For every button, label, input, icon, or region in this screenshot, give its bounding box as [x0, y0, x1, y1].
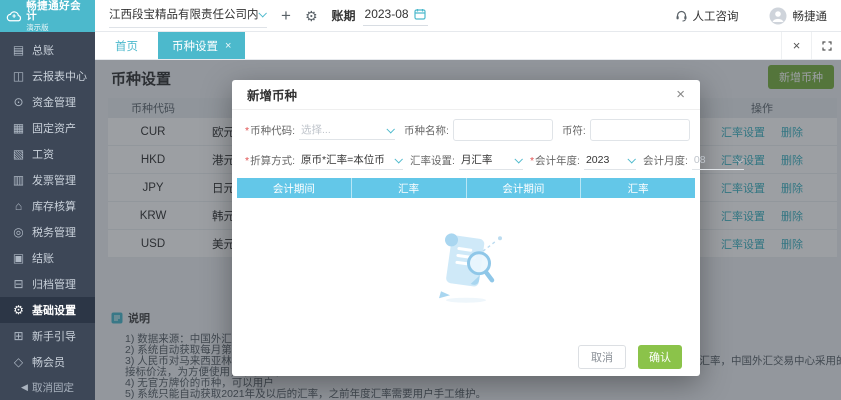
logo-title: 畅捷通好会计 — [26, 0, 82, 23]
inventory-icon: ⌂ — [14, 199, 23, 213]
sidebar-item-tax[interactable]: ◎ 税务管理 — [0, 219, 95, 245]
username: 畅捷通 — [792, 10, 828, 23]
fullscreen-button[interactable] — [811, 32, 841, 59]
topbar: 畅捷通好会计 演示版 江西段宝精品有限责任公司内账张 + ⚙ 账期 2023-0… — [0, 0, 841, 32]
settings-gear-icon[interactable]: ⚙ — [305, 9, 318, 23]
period-picker[interactable]: 2023-08 — [362, 5, 428, 26]
period-label: 账期 — [331, 9, 356, 23]
currency-symbol-input[interactable] — [589, 119, 690, 141]
currency-symbol-label: 币符: — [561, 124, 586, 137]
currency-name-label: 币种名称: — [404, 124, 449, 137]
currency-name-input[interactable] — [452, 119, 553, 141]
sidebar-item-funds[interactable]: ⊙ 资金管理 — [0, 89, 95, 115]
archive-icon: ⊟ — [13, 277, 24, 291]
membership-icon: ◇ — [13, 355, 24, 369]
chevron-down-icon — [627, 154, 636, 164]
chevron-down-icon — [735, 154, 744, 164]
sidebar-item-closing[interactable]: ▣ 结账 — [0, 245, 95, 271]
chevron-down-icon — [386, 124, 395, 134]
chevron-down-icon — [514, 154, 523, 164]
settings-icon: ⚙ — [13, 303, 24, 317]
sidebar-item-payroll[interactable]: ▧ 工资 — [0, 141, 95, 167]
currency-code-label: 币种代码: — [250, 124, 296, 137]
invoice-icon: ▥ — [12, 173, 25, 187]
modal-title: 新增币种 — [247, 89, 298, 103]
confirm-button[interactable]: 确认 — [638, 345, 682, 369]
rate-setting-select[interactable]: 月汇率 — [458, 150, 523, 170]
app-window: 畅捷通好会计 演示版 江西段宝精品有限责任公司内账张 + ⚙ 账期 2023-0… — [0, 0, 841, 400]
sidebar-item-inventory[interactable]: ⌂ 库存核算 — [0, 193, 95, 219]
content-area: 币种设置 新增币种 币种代码 币种名称 操作 CUR 欧元 汇率设置删除 HKD… — [95, 60, 841, 400]
col-rate-1: 汇率 — [350, 178, 466, 198]
fiscal-month-label: 会计月度: — [642, 154, 688, 167]
unpin-icon: ◀ — [21, 382, 28, 392]
calendar-icon — [413, 9, 426, 20]
fixed-assets-icon: ▦ — [12, 121, 25, 135]
sidebar-item-general-ledger[interactable]: ▤ 总账 — [0, 37, 95, 63]
conversion-method-select[interactable]: 原币*汇率=本位币 — [299, 150, 404, 170]
sidebar-item-invoices[interactable]: ▥ 发票管理 — [0, 167, 95, 193]
add-currency-modal: 新增币种 × *币种代码: 选择... 币种名称: 币符: *折算方式: 原币*… — [232, 80, 744, 376]
fullscreen-icon — [821, 40, 832, 51]
fiscal-year-select[interactable]: 2023 — [583, 150, 636, 170]
modal-close-icon[interactable]: × — [676, 87, 685, 102]
logo-subtitle: 演示版 — [26, 22, 49, 32]
sidebar: ▤ 总账 ◫ 云报表中心 ⊙ 资金管理 ▦ 固定资产 ▧ 工资 ▥ 发票管理 ⌂ 库存核算 ◎… — [0, 32, 95, 400]
period-value: 2023-08 — [364, 7, 409, 21]
consult-button[interactable]: 人工咨询 — [675, 8, 739, 24]
tab-currency-settings[interactable]: 币种设置 × — [158, 32, 246, 59]
tab-close-icon[interactable]: × — [225, 40, 231, 52]
sidebar-item-beginner-guide[interactable]: ⊞ 新手引导 — [0, 323, 95, 349]
sidebar-unpin-button[interactable]: ◀ 取消固定 — [0, 375, 95, 400]
sidebar-item-archive[interactable]: ⊟ 归档管理 — [0, 271, 95, 297]
fiscal-month-select[interactable]: 08 — [691, 150, 744, 170]
company-selector[interactable]: 江西段宝精品有限责任公司内账张 — [109, 4, 267, 28]
rate-table-empty-area — [232, 198, 700, 338]
col-period-1: 会计期间 — [237, 178, 351, 198]
tax-icon: ◎ — [13, 225, 24, 239]
consult-label: 人工咨询 — [692, 10, 739, 23]
col-period-2: 会计期间 — [465, 178, 581, 198]
col-rate-2: 汇率 — [580, 178, 695, 198]
conversion-method-label: 折算方式: — [250, 154, 296, 167]
chevron-down-icon — [258, 8, 267, 18]
rate-setting-label: 汇率设置: — [410, 154, 455, 167]
sidebar-item-fixed-assets[interactable]: ▦ 固定资产 — [0, 115, 95, 141]
company-name: 江西段宝精品有限责任公司内账张 — [109, 8, 259, 21]
ledger-icon: ▤ — [12, 43, 25, 57]
add-accountset-button[interactable]: + — [281, 7, 291, 24]
currency-code-select[interactable]: 选择... — [299, 120, 396, 140]
tabbar: 首页 币种设置 × × — [95, 32, 841, 60]
rate-table-header: 会计期间 汇率 会计期间 汇率 — [237, 178, 695, 198]
headset-icon — [676, 10, 686, 22]
payroll-icon: ▧ — [12, 147, 25, 161]
user-menu[interactable]: 畅捷通 — [769, 7, 828, 25]
closing-icon: ▣ — [12, 251, 25, 265]
chevron-down-icon — [394, 154, 403, 164]
app-logo: 畅捷通好会计 演示版 — [0, 0, 95, 32]
sidebar-item-membership[interactable]: ◇ 畅会员 — [0, 349, 95, 375]
tab-home[interactable]: 首页 — [95, 32, 158, 59]
cloud-logo-icon — [6, 10, 22, 21]
empty-state-illustration — [439, 233, 502, 303]
fiscal-year-label: 会计年度: — [535, 154, 580, 167]
guide-icon: ⊞ — [13, 329, 24, 343]
close-all-tabs-button[interactable]: × — [781, 32, 811, 59]
cloud-report-icon: ◫ — [12, 69, 25, 83]
sidebar-item-basic-settings[interactable]: ⚙ 基础设置 — [0, 297, 95, 323]
cancel-button[interactable]: 取消 — [578, 345, 626, 369]
funds-icon: ⊙ — [13, 95, 24, 109]
sidebar-item-cloud-reports[interactable]: ◫ 云报表中心 — [0, 63, 95, 89]
avatar-icon — [769, 7, 786, 24]
